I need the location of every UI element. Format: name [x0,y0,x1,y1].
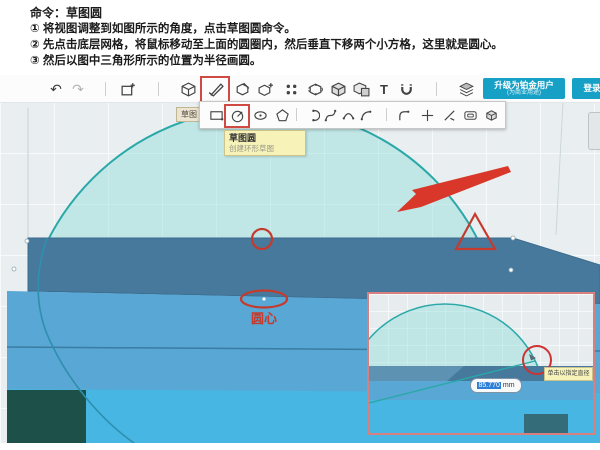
pattern-icon[interactable] [281,79,301,99]
upgrade-button-sublabel: (为商业用途) [507,90,541,97]
circle-tool-highlight [224,104,250,128]
arc-center-tool-icon[interactable] [340,107,356,123]
inset-tooltip: 单击以指定直径 [544,367,593,381]
arc-tangent-tool-icon[interactable] [358,107,374,123]
center-label: 圆心 [238,308,290,327]
account-button[interactable]: 登录 [572,78,600,99]
instruction-block: 命令：草图圆 ① 将视图调整到如图所示的角度，点击草图圆命令。 ② 先点击底层网… [30,5,590,69]
sketch-toolbar [199,101,506,129]
upgrade-button[interactable]: 升级为铂金用户 (为商业用途) [483,78,565,99]
upgrade-button-label: 升级为铂金用户 [494,81,554,90]
duplicate-icon[interactable] [118,79,138,99]
undo-icon[interactable]: ↶ [46,79,66,99]
side-panel-fragment [588,112,600,150]
redo-icon[interactable]: ↷ [68,79,88,99]
solid-icon[interactable] [328,79,348,99]
combine-icon[interactable] [351,79,371,99]
main-toolbar: ↶ ↷ T [0,75,600,103]
toolbar-separator [386,108,387,121]
tool-tooltip: 草图圆 创建环形草图 [224,130,306,156]
measurement-value: 85.770 [477,382,500,389]
sketch-tool-highlight [200,76,230,103]
spline-tool-icon[interactable] [322,107,338,123]
add-shape-icon[interactable] [255,79,275,99]
circle-tool-icon[interactable] [229,108,245,124]
polygon-tool-icon[interactable] [274,107,290,123]
step-3: ③ 然后以图中三角形所示的位置为半径画圆。 [30,53,590,69]
measurement-pill: 85.770 mm [470,378,522,393]
tooltip-title: 草图圆 [229,133,301,144]
toolbar-separator [105,82,106,96]
step-1: ① 将视图调整到如图所示的角度，点击草图圆命令。 [30,21,590,37]
inset-graphics [369,294,593,433]
construction-line-tool-icon[interactable] [419,107,435,123]
step-2: ② 先点击底层网格，将鼠标移动至上面的圆圈内，然后垂直下移两个小方格，这里就是圆… [30,37,590,53]
toolbar-separator [158,82,159,96]
table-leg [7,390,86,443]
tutorial-screenshot: 命令：草图圆 ① 将视图调整到如图所示的角度，点击草图圆命令。 ② 先点击底层网… [0,0,600,450]
toolbar-separator [436,82,437,96]
measurement-unit: mm [503,382,515,389]
magnet-icon[interactable] [396,79,416,99]
ellipse-tool-icon[interactable] [252,107,268,123]
fillet-tool-icon[interactable] [396,107,412,123]
trim-tool-icon[interactable] [441,107,457,123]
text-tool-icon[interactable]: T [374,79,394,99]
magnified-inset: 85.770 mm 单击以指定直径 [367,292,595,435]
extrude-tool-icon[interactable] [483,107,499,123]
lasso-select-icon[interactable] [305,79,325,99]
workplane-icon[interactable] [178,79,198,99]
sketch-icon[interactable] [205,80,225,100]
tooltip-subtitle: 创建环形草图 [229,144,301,153]
offset-tool-icon[interactable] [462,107,478,123]
arc-3point-tool-icon[interactable] [304,107,320,123]
layers-icon[interactable] [456,79,476,99]
toolbar-separator [296,108,297,121]
account-button-label: 登录 [583,84,600,93]
command-title: 命令：草图圆 [30,5,590,21]
rectangle-tool-icon[interactable] [208,107,224,123]
edit-sketch-icon[interactable] [232,79,252,99]
